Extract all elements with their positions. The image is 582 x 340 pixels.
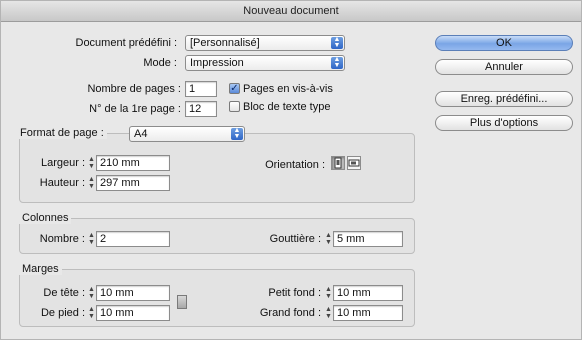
mode-value: Impression [190, 57, 244, 69]
preset-label: Document prédéfini : [75, 37, 178, 49]
stepper-icon[interactable]: ▲ ▼ [325, 232, 332, 246]
margin-outside-field[interactable]: 10 mm [333, 305, 403, 321]
preset-value: [Personnalisé] [190, 37, 260, 49]
margin-top-field[interactable]: 10 mm [96, 285, 170, 301]
first-page-label: N° de la 1re page : [89, 103, 181, 115]
preset-dropdown[interactable]: [Personnalisé] ▲ ▼ [185, 35, 345, 51]
up-down-arrows-icon: ▲ ▼ [231, 127, 243, 140]
stepper-icon[interactable]: ▲ ▼ [325, 306, 332, 320]
stepper-icon[interactable]: ▲ ▼ [88, 306, 95, 320]
margin-bottom-field[interactable]: 10 mm [96, 305, 170, 321]
stepper-icon[interactable]: ▲ ▼ [88, 176, 95, 190]
checkmark-icon: ✓ [230, 83, 239, 94]
page-format-value: A4 [134, 128, 148, 140]
save-preset-button[interactable]: Enreg. prédéfini... [435, 91, 573, 107]
landscape-orientation-icon[interactable] [347, 156, 361, 170]
first-page-field[interactable]: 12 [185, 101, 217, 117]
text-frame-checkbox[interactable] [229, 101, 240, 112]
height-field[interactable]: 297 mm [96, 175, 170, 191]
stepper-icon[interactable]: ▲ ▼ [325, 286, 332, 300]
margin-bottom-label: De pied : [40, 307, 85, 319]
dialog-title: Nouveau document [1, 1, 581, 22]
new-document-dialog: Nouveau document Document prédéfini : [P… [0, 0, 582, 340]
pages-count-field[interactable]: 1 [185, 81, 217, 97]
cancel-button[interactable]: Annuler [435, 59, 573, 75]
columns-legend: Colonnes [19, 212, 72, 224]
orientation-label: Orientation : [265, 159, 325, 171]
margins-legend: Marges [19, 263, 62, 275]
portrait-orientation-icon[interactable] [331, 156, 345, 170]
margin-inside-field[interactable]: 10 mm [333, 285, 403, 301]
gutter-label: Gouttière : [269, 233, 321, 245]
mode-label: Mode : [143, 57, 177, 69]
margin-inside-label: Petit fond : [268, 287, 321, 299]
margin-top-label: De tête : [43, 287, 85, 299]
chain-link-icon[interactable] [177, 295, 187, 309]
page-format-label: Format de page : [17, 127, 107, 139]
columns-number-label: Nombre : [39, 233, 85, 245]
height-label: Hauteur : [39, 177, 85, 189]
width-label: Largeur : [40, 157, 85, 169]
page-format-dropdown[interactable]: A4 ▲ ▼ [129, 126, 245, 142]
stepper-icon[interactable]: ▲ ▼ [88, 232, 95, 246]
facing-pages-checkbox[interactable]: ✓ [229, 83, 240, 94]
stepper-icon[interactable]: ▲ ▼ [88, 156, 95, 170]
width-field[interactable]: 210 mm [96, 155, 170, 171]
gutter-field[interactable]: 5 mm [333, 231, 403, 247]
stepper-icon[interactable]: ▲ ▼ [88, 286, 95, 300]
more-options-button[interactable]: Plus d'options [435, 115, 573, 131]
columns-number-field[interactable]: 2 [96, 231, 170, 247]
up-down-arrows-icon: ▲ ▼ [331, 36, 343, 49]
ok-button[interactable]: OK [435, 35, 573, 51]
pages-label: Nombre de pages : [87, 83, 181, 95]
text-frame-label: Bloc de texte type [243, 101, 331, 113]
mode-dropdown[interactable]: Impression ▲ ▼ [185, 55, 345, 71]
facing-pages-label: Pages en vis-à-vis [243, 83, 333, 95]
up-down-arrows-icon: ▲ ▼ [331, 56, 343, 69]
margin-outside-label: Grand fond : [259, 307, 321, 319]
